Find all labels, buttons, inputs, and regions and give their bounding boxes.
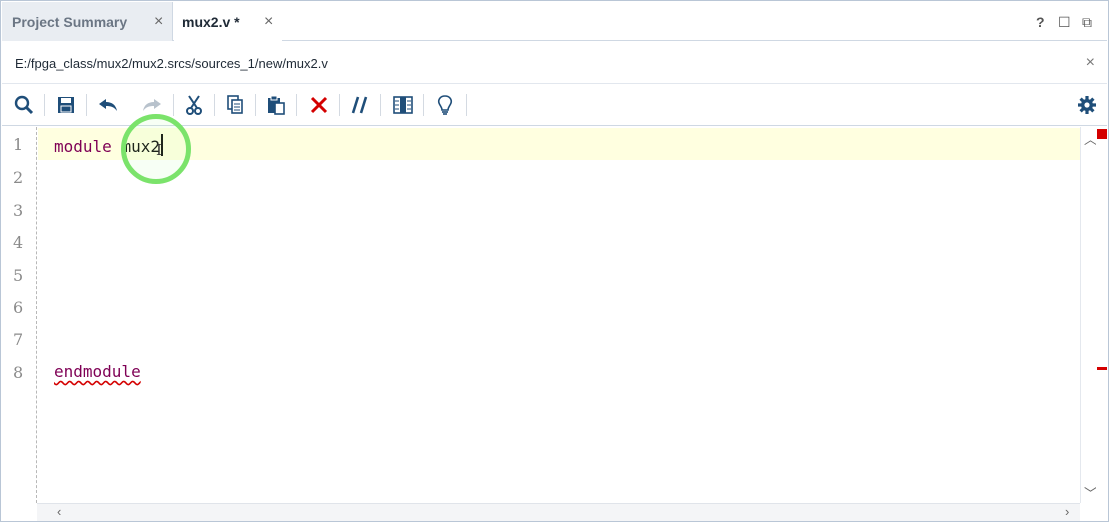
vertical-scrollbar[interactable]: ︿ ﹀ (1080, 127, 1097, 503)
help-icon[interactable]: ? (1036, 14, 1045, 30)
code-editor[interactable]: 1 2 3 4 5 6 7 8 module mux2 endmodule (2, 127, 1080, 503)
line-number: 8 (13, 363, 24, 382)
undo-icon[interactable] (96, 93, 120, 117)
text-cursor-icon: I (156, 141, 162, 159)
error-marker-top[interactable] (1097, 129, 1107, 139)
code-line-8[interactable]: endmodule (54, 362, 141, 381)
line-number: 5 (13, 266, 24, 285)
error-marker-line[interactable] (1097, 367, 1107, 370)
current-line-highlight (38, 128, 1080, 160)
line-number: 6 (13, 298, 24, 317)
file-path-bar: E:/fpga_class/mux2/mux2.srcs/sources_1/n… (2, 42, 1107, 84)
tab-label: Project Summary (12, 13, 128, 30)
line-number: 1 (13, 135, 24, 154)
maximize-icon[interactable]: ☐ (1058, 14, 1071, 31)
tab-project-summary[interactable]: Project Summary × (2, 2, 173, 41)
line-number: 3 (13, 201, 24, 220)
tab-bar: Project Summary × mux2.v * × ? ☐ ⧉ (2, 2, 1107, 41)
comment-icon[interactable] (348, 93, 372, 117)
paste-icon[interactable] (264, 93, 288, 117)
line-number: 4 (13, 233, 24, 252)
close-icon[interactable]: × (264, 13, 273, 31)
line-number: 7 (13, 330, 24, 349)
scroll-left-icon[interactable]: ‹ (57, 504, 61, 519)
overview-ruler (1096, 127, 1108, 503)
file-path: E:/fpga_class/mux2/mux2.srcs/sources_1/n… (15, 56, 328, 71)
search-icon[interactable] (12, 93, 36, 117)
column-select-icon[interactable] (391, 93, 415, 117)
save-icon[interactable] (54, 93, 78, 117)
keyword-endmodule: endmodule (54, 362, 141, 381)
line-number: 2 (13, 168, 24, 187)
gear-icon[interactable] (1075, 93, 1099, 117)
delete-icon[interactable] (307, 93, 331, 117)
tab-mux2-v[interactable]: mux2.v * × (174, 2, 282, 41)
lightbulb-icon[interactable] (433, 93, 457, 117)
float-icon[interactable]: ⧉ (1082, 14, 1092, 31)
editor-window: Project Summary × mux2.v * × ? ☐ ⧉ E:/fp… (0, 0, 1109, 522)
close-icon[interactable]: × (154, 13, 163, 31)
scroll-right-icon[interactable]: › (1065, 504, 1069, 519)
tab-label: mux2.v * (182, 13, 240, 30)
keyword-module: module (54, 137, 112, 156)
line-number-gutter: 1 2 3 4 5 6 7 8 (2, 127, 37, 503)
horizontal-scrollbar[interactable]: ‹ › (37, 503, 1080, 521)
copy-icon[interactable] (223, 93, 247, 117)
cut-icon[interactable] (182, 93, 206, 117)
close-icon[interactable]: × (1086, 54, 1095, 72)
